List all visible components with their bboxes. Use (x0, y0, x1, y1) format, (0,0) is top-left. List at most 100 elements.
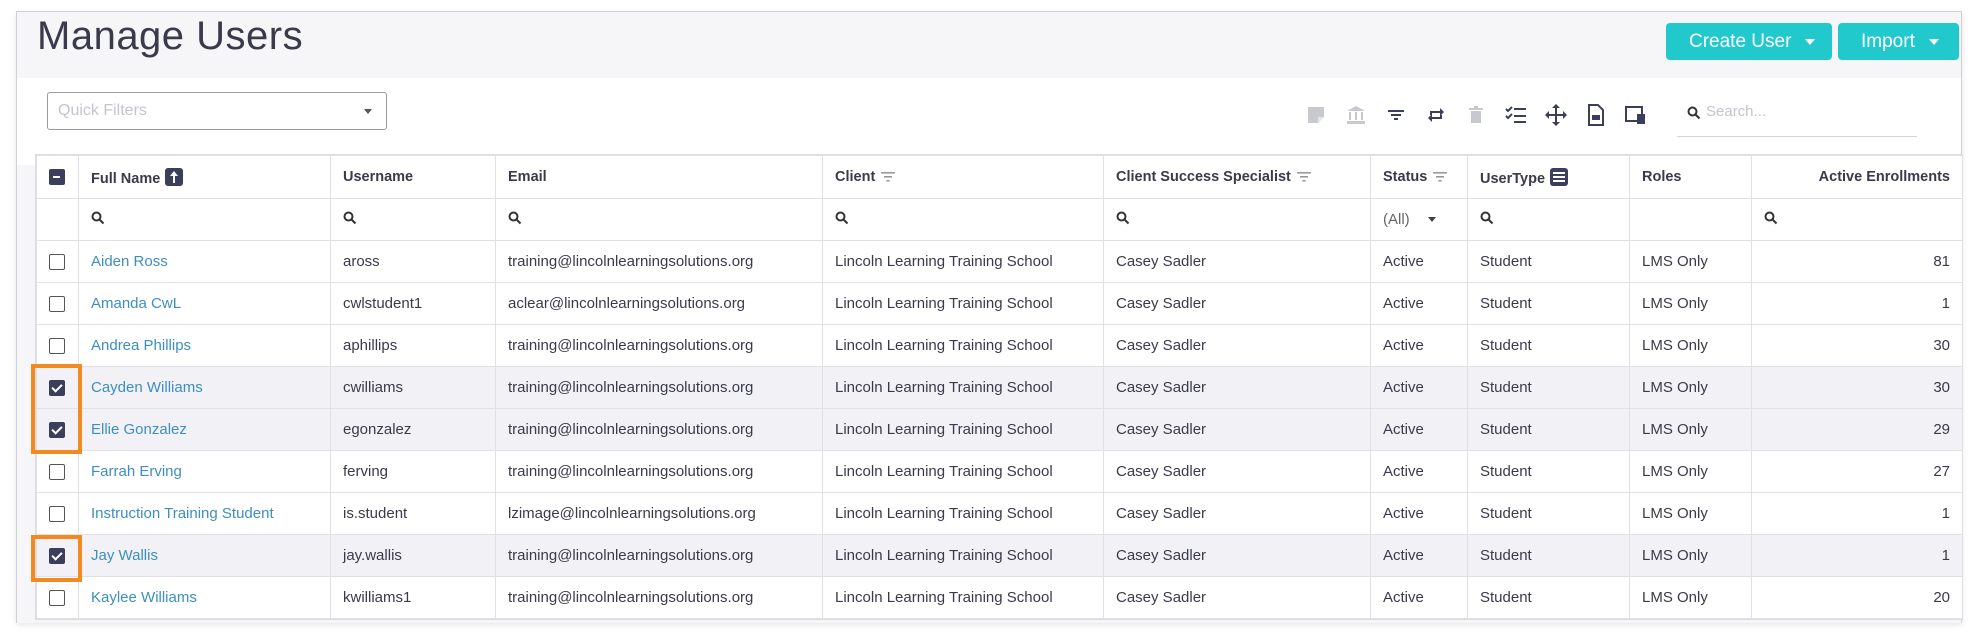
table-row[interactable]: Farrah Erving ferving training@lincolnlear… (36, 450, 1963, 493)
filter-icon[interactable] (1296, 171, 1311, 183)
filter-status-select[interactable]: (All) (1370, 198, 1468, 241)
cell-roles: LMS Only (1629, 450, 1752, 493)
col-css[interactable]: Client Success Specialist (1103, 155, 1371, 199)
filter-client[interactable] (822, 198, 1104, 241)
table-row[interactable]: Cayden Williams cwilliams training@lincoln… (36, 366, 1963, 409)
cell-enroll: 27 (1751, 450, 1963, 493)
row-checkbox[interactable] (49, 464, 65, 481)
sort-arrow-up-icon[interactable] (165, 167, 184, 186)
table-row[interactable]: Instruction Training Student is.student lz… (36, 492, 1963, 535)
user-name-link[interactable]: Andrea Phillips (91, 337, 191, 354)
table-row[interactable]: Andrea Phillips aphillips training@lincoln… (36, 324, 1963, 367)
filter-css[interactable] (1103, 198, 1371, 241)
col-username[interactable]: Username (330, 155, 496, 199)
cell-name[interactable]: Ellie Gonzalez (78, 408, 331, 451)
cell-name[interactable]: Farrah Erving (78, 450, 331, 493)
row-checkbox[interactable] (49, 506, 65, 523)
status-filter-value: (All) (1383, 211, 1410, 228)
user-name-link[interactable]: Ellie Gonzalez (91, 421, 187, 438)
filter-lines-icon[interactable] (1384, 103, 1408, 127)
row-select-cell[interactable] (36, 324, 79, 367)
cell-roles: LMS Only (1629, 240, 1752, 283)
user-name-link[interactable]: Aiden Ross (91, 253, 168, 270)
row-select-cell[interactable] (36, 492, 79, 535)
cell-name[interactable]: Aiden Ross (78, 240, 331, 283)
search-icon (91, 211, 105, 224)
table-row[interactable]: Kaylee Williams kwilliams1 training@lincol… (36, 576, 1963, 619)
cell-email: training@lincolnlearningsolutions.org (495, 534, 823, 577)
grid-toolbar: Quick Filters (17, 78, 1961, 165)
cell-css: Casey Sadler (1103, 450, 1371, 493)
column-menu-icon[interactable] (1550, 167, 1569, 186)
col-roles[interactable]: Roles (1629, 155, 1752, 199)
table-row[interactable]: Aiden Ross aross training@lincolnlearnings… (36, 240, 1963, 283)
select-all-checkbox[interactable] (49, 169, 65, 186)
cell-client: Lincoln Learning Training School (822, 282, 1104, 325)
table-row[interactable]: Jay Wallis jay.wallis training@lincolnlear… (36, 534, 1963, 577)
cell-css: Casey Sadler (1103, 534, 1371, 577)
note-icon[interactable] (1304, 103, 1328, 127)
col-active-enrollments[interactable]: Active Enrollments (1751, 155, 1963, 199)
cell-name[interactable]: Cayden Williams (78, 366, 331, 409)
cell-client: Lincoln Learning Training School (822, 240, 1104, 283)
cell-type: Student (1467, 240, 1630, 283)
import-button[interactable]: Import (1838, 23, 1959, 60)
row-select-cell[interactable] (36, 576, 79, 619)
cell-name[interactable]: Amanda CwL (78, 282, 331, 325)
cell-type: Student (1467, 450, 1630, 493)
search-input[interactable] (1704, 102, 1908, 121)
export-file-icon[interactable] (1584, 103, 1608, 127)
table-row[interactable]: Amanda CwL cwlstudent1 aclear@lincolnlearn… (36, 282, 1963, 325)
user-name-link[interactable]: Kaylee Williams (91, 589, 197, 606)
grid-search[interactable] (1677, 90, 1917, 137)
chevron-down-icon (1805, 38, 1816, 45)
cell-name[interactable]: Kaylee Williams (78, 576, 331, 619)
table-row[interactable]: Ellie Gonzalez egonzalez training@lincolnl… (36, 408, 1963, 451)
user-name-link[interactable]: Farrah Erving (91, 463, 182, 480)
row-checkbox[interactable] (49, 338, 65, 355)
filter-usertype[interactable] (1467, 198, 1630, 241)
user-name-link[interactable]: Jay Wallis (91, 547, 158, 564)
cell-roles: LMS Only (1629, 366, 1752, 409)
filter-username[interactable] (330, 198, 496, 241)
col-usertype[interactable]: UserType (1467, 155, 1630, 199)
cell-name[interactable]: Jay Wallis (78, 534, 331, 577)
cell-type: Student (1467, 324, 1630, 367)
cell-css: Casey Sadler (1103, 240, 1371, 283)
repeat-icon[interactable] (1424, 103, 1448, 127)
cell-css: Casey Sadler (1103, 492, 1371, 535)
cell-name[interactable]: Instruction Training Student (78, 492, 331, 535)
col-client[interactable]: Client (822, 155, 1104, 199)
checklist-icon[interactable] (1504, 103, 1528, 127)
user-name-link[interactable]: Cayden Williams (91, 379, 203, 396)
row-checkbox[interactable] (49, 590, 65, 607)
move-icon[interactable] (1544, 103, 1568, 127)
filter-active-enrollments[interactable] (1751, 198, 1963, 241)
col-email[interactable]: Email (495, 155, 823, 199)
row-select-cell[interactable] (36, 240, 79, 283)
quick-filters-select[interactable]: Quick Filters (47, 92, 387, 130)
user-name-link[interactable]: Instruction Training Student (91, 505, 274, 522)
row-select-cell[interactable] (36, 450, 79, 493)
cell-roles: LMS Only (1629, 492, 1752, 535)
filter-full-name[interactable] (78, 198, 331, 241)
select-all-cell[interactable] (36, 155, 79, 199)
cell-name[interactable]: Andrea Phillips (78, 324, 331, 367)
trash-icon[interactable] (1464, 103, 1488, 127)
row-select-cell[interactable] (36, 282, 79, 325)
filter-icon[interactable] (1433, 171, 1448, 183)
col-full-name[interactable]: Full Name (78, 155, 331, 199)
cell-roles: LMS Only (1629, 324, 1752, 367)
cell-type: Student (1467, 576, 1630, 619)
user-name-link[interactable]: Amanda CwL (91, 295, 181, 312)
create-user-button[interactable]: Create User (1666, 23, 1832, 60)
filter-icon[interactable] (881, 171, 896, 183)
col-active-enrollments-label: Active Enrollments (1818, 169, 1950, 185)
col-status[interactable]: Status (1370, 155, 1468, 199)
bank-icon[interactable] (1344, 103, 1368, 127)
row-checkbox[interactable] (49, 254, 65, 271)
row-checkbox[interactable] (49, 296, 65, 313)
cell-client: Lincoln Learning Training School (822, 492, 1104, 535)
filter-email[interactable] (495, 198, 823, 241)
device-icon[interactable] (1624, 103, 1648, 127)
